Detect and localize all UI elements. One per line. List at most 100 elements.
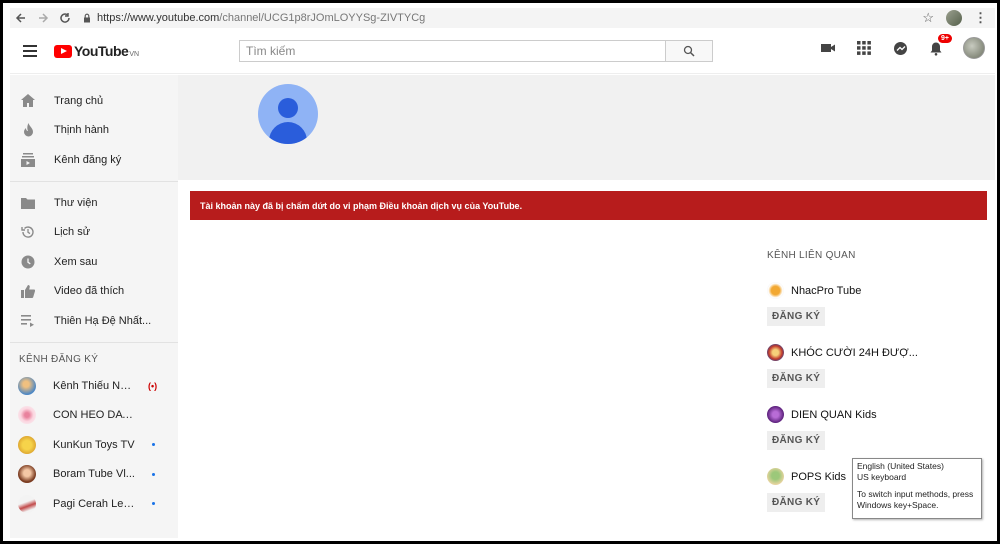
related-channel-link[interactable]: KHÓC CƯỜI 24H ĐƯỢ... [767,344,987,361]
sidebar-item-label: Trang chủ [54,94,104,107]
apps-button[interactable] [855,39,873,57]
sidebar-item-label: Thịnh hành [54,124,110,137]
forward-button[interactable] [32,8,54,28]
subscribe-button[interactable]: ĐĂNG KÝ [767,369,826,388]
account-terminated-alert: Tài khoản này đã bị chấm dứt do vi phạm … [190,191,987,220]
channel-avatar [767,282,784,299]
related-channel-item: DIEN QUAN Kids ĐĂNG KÝ [767,406,987,450]
sidebar-item-subscriptions[interactable]: Kênh đăng ký [10,145,178,175]
sidebar-divider [10,341,178,343]
sidebar-channel-item[interactable]: Pagi Cerah Let... [10,489,178,519]
person-icon [278,98,298,118]
search-input[interactable] [239,40,665,62]
tooltip-language: English (United States) [857,461,944,471]
youtube-play-icon [54,44,72,58]
reload-icon [60,13,70,23]
folder-icon [20,195,36,211]
sidebar-item-home[interactable]: Trang chủ [10,86,178,116]
screenshot-frame: https://www.youtube.com/channel/UCG1p8rJ… [0,0,1000,544]
related-channel-name: NhacPro Tube [791,284,862,297]
back-button[interactable] [10,8,32,28]
browser-toolbar: https://www.youtube.com/channel/UCG1p8rJ… [10,8,995,28]
subscribe-button[interactable]: ĐĂNG KÝ [767,307,826,326]
video-camera-icon [821,44,835,52]
arrow-left-icon [15,13,25,23]
related-channel-name: POPS Kids [791,470,847,483]
channel-avatar [18,435,36,454]
sidebar-channel-item[interactable]: Kênh Thiếu Nhi... (•) [10,371,178,401]
related-channel-name: DIEN QUAN Kids [791,408,877,421]
sidebar-item-label: Kênh đăng ký [54,153,122,166]
sidebar-divider [10,180,178,182]
channel-avatar [767,344,784,361]
home-icon [20,93,36,109]
share-chat-icon [893,41,907,55]
search-box [239,40,713,62]
channel-avatar-default [258,84,318,144]
new-content-dot-icon [152,443,155,447]
channel-header [178,75,995,180]
create-video-button[interactable] [819,39,837,57]
bookmark-star-icon[interactable]: ☆ [922,10,934,26]
logo-text: YouTube [74,43,129,59]
sidebar-item-library[interactable]: Thư viện [10,188,178,218]
tooltip-hint-line1: To switch input methods, press [857,489,974,499]
subscribe-button[interactable]: ĐĂNG KÝ [767,431,826,450]
history-icon [20,224,36,240]
sidebar-item-playlist[interactable]: Thiên Hạ Đệ Nhất... [10,306,178,336]
reload-button[interactable] [54,8,76,28]
search-button[interactable] [665,40,713,62]
sidebar-item-watch-later[interactable]: Xem sau [10,247,178,277]
search-icon [683,45,695,57]
sidebar-item-label: Video đã thích [54,285,125,298]
channel-avatar [18,376,36,395]
notifications-button[interactable]: 9+ [927,34,952,57]
sidebar-item-liked-videos[interactable]: Video đã thích [10,277,178,307]
clock-icon [20,254,36,270]
new-content-dot-icon [152,502,155,506]
sidebar-item-label: Xem sau [54,255,98,268]
sidebar-channel-item[interactable]: KunKun Toys TV [10,430,178,460]
messages-button[interactable] [891,39,909,57]
lock-icon [84,13,90,23]
sidebar-channel-item[interactable]: Boram Tube Vl... [10,460,178,490]
user-avatar[interactable] [963,37,985,59]
related-channel-link[interactable]: DIEN QUAN Kids [767,406,987,423]
flame-icon [20,122,36,138]
sidebar-item-history[interactable]: Lịch sử [10,217,178,247]
alert-message: Tài khoản này đã bị chấm dứt do vi phạm … [200,200,523,211]
address-bar[interactable]: https://www.youtube.com/channel/UCG1p8rJ… [82,9,922,27]
thumbs-up-icon [20,283,36,299]
channel-label: Boram Tube Vl... [53,468,135,481]
channel-avatar [18,465,36,484]
browser-menu-icon[interactable]: ⋮ [974,10,987,26]
youtube-header: YouTube VN 9+ [10,29,995,74]
subscribe-button[interactable]: ĐĂNG KÝ [767,493,826,512]
new-content-dot-icon [152,472,155,476]
browser-profile-avatar[interactable] [946,10,962,26]
youtube-logo[interactable]: YouTube VN [54,43,139,59]
channel-label: Kênh Thiếu Nhi... [53,379,135,392]
channel-label: CON HEO DAT TV [53,409,135,422]
sidebar-item-trending[interactable]: Thịnh hành [10,116,178,146]
related-channel-item: KHÓC CƯỜI 24H ĐƯỢ... ĐĂNG KÝ [767,344,987,388]
sidebar-item-label: Thư viện [54,196,98,209]
channel-avatar [767,468,784,485]
subscriptions-icon [20,152,36,168]
url-path: /channel/UCG1p8rJOmLOYYSg-ZIVTYCg [219,12,426,24]
related-channel-link[interactable]: NhacPro Tube [767,282,987,299]
url-text: https://www.youtube.com/channel/UCG1p8rJ… [97,12,425,24]
apps-grid-icon [857,41,871,55]
live-broadcast-icon: (•) [148,380,158,391]
logo-region: VN [129,51,140,58]
tooltip-keyboard: US keyboard [857,472,907,482]
menu-icon[interactable] [10,29,50,74]
related-channel-item: NhacPro Tube ĐĂNG KÝ [767,282,987,326]
playlist-icon [20,313,36,329]
notifications-badge: 9+ [938,34,952,43]
channel-avatar [18,494,36,513]
browser-window: https://www.youtube.com/channel/UCG1p8rJ… [10,8,995,538]
related-channel-name: KHÓC CƯỜI 24H ĐƯỢ... [791,346,918,359]
channel-label: Pagi Cerah Let... [53,497,135,510]
sidebar-channel-item[interactable]: CON HEO DAT TV [10,400,178,430]
